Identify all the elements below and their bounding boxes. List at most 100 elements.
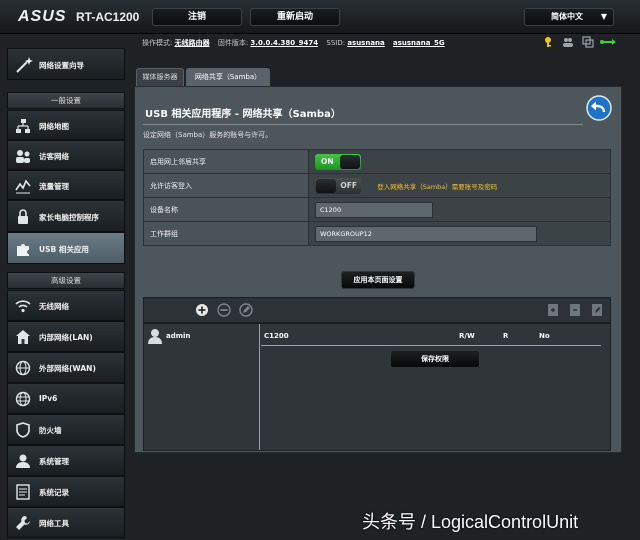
guest-network-icon: [16, 150, 30, 163]
sidebar-item-system-log[interactable]: 系统记录: [7, 476, 125, 507]
user-name: admin: [166, 332, 191, 340]
toggle-knob: [316, 178, 336, 193]
table-row: 设备名称 C1200: [143, 197, 611, 222]
add-user-icon[interactable]: [195, 303, 209, 317]
title-divider: [143, 124, 583, 125]
sidebar-item-traffic-manager[interactable]: 流量管理: [7, 170, 125, 200]
sidebar-item-label: 无线网络: [39, 302, 69, 311]
top-bar: ASUS RT-AC1200 注销 重新启动 简体中文 ▼: [0, 0, 640, 34]
traffic-manager-icon: [15, 179, 31, 194]
back-arrow-icon[interactable]: [586, 95, 612, 121]
logout-button[interactable]: 注销: [152, 8, 242, 26]
ssid-2g-link[interactable]: asusnana: [347, 39, 384, 47]
device-name-input[interactable]: C1200: [315, 201, 433, 218]
workgroup-input[interactable]: WORKGROUP12: [315, 225, 537, 242]
language-label: 简体中文: [551, 12, 583, 21]
page-title: USB 相关应用程序 - 网络共享（Samba）: [145, 109, 341, 120]
sidebar-item-lan[interactable]: 内部网络(LAN): [7, 321, 125, 352]
toggle-state: OFF: [340, 180, 357, 190]
firmware-version-link[interactable]: 3.0.0.4.380_9474: [250, 39, 318, 47]
sidebar-item-wan[interactable]: 外部网络(WAN): [7, 352, 125, 383]
add-folder-icon[interactable]: [546, 303, 560, 317]
magic-wand-icon: [16, 57, 33, 73]
wan-globe-icon: [15, 360, 31, 376]
enable-share-toggle[interactable]: ON: [315, 153, 361, 170]
asus-logo: ASUS: [18, 8, 67, 25]
list-item[interactable]: admin: [146, 326, 258, 346]
status-info-line: 操作模式: 无线路由器 固件版本: 3.0.0.4.380_9474 SSID:…: [142, 38, 451, 48]
table-row: 启用网上邻居共享 ON: [143, 149, 611, 174]
operation-mode-link[interactable]: 无线路由器: [175, 39, 210, 47]
main-panel: USB 相关应用程序 - 网络共享（Samba） 设定网络（Samba）服务的账…: [134, 86, 622, 453]
sidebar-header-general: 一般设置: [7, 92, 125, 109]
sidebar-item-wireless[interactable]: 无线网络: [7, 290, 125, 321]
usb-icon[interactable]: [600, 36, 616, 48]
apply-button[interactable]: 应用本页面设置: [341, 271, 415, 289]
edit-user-icon[interactable]: [239, 303, 253, 317]
share-toolbar: [143, 297, 611, 323]
sidebar-item-label: 家长电脑控制程序: [39, 213, 99, 222]
ipv6-globe-icon: [15, 391, 31, 407]
sidebar-item-label: 防火墙: [39, 426, 62, 435]
delete-folder-icon[interactable]: [568, 303, 582, 317]
sidebar-item-label: 访客网络: [39, 152, 69, 161]
sidebar-item-label: 网络工具: [39, 519, 69, 528]
lan-home-icon: [16, 330, 30, 344]
sidebar-item-label: USB 相关应用: [39, 245, 89, 254]
table-row: C1200 R/W R No: [261, 326, 601, 346]
device-name-label: 设备名称: [143, 197, 309, 222]
table-row: 允许访客登入 OFF 登入网络共享（Samba）需要账号及密码: [143, 173, 611, 198]
status-icons: [540, 36, 618, 50]
sidebar-item-parental-control[interactable]: 家长电脑控制程序: [7, 200, 125, 232]
sidebar-item-network-tools[interactable]: 网络工具: [7, 507, 125, 538]
usb-puzzle-icon: [17, 244, 29, 256]
system-log-icon: [16, 484, 30, 500]
ssid-5g-link[interactable]: asusnana_5G: [393, 39, 445, 47]
sidebar-item-label: 系统记录: [39, 488, 69, 497]
sidebar-item-label: IPv6: [39, 394, 58, 403]
sidebar-item-label: 系统管理: [39, 457, 69, 466]
samba-settings-table: 启用网上邻居共享 ON 允许访客登入 OFF 登入网络共享（Samba）需要账号…: [143, 149, 611, 246]
guest-login-toggle[interactable]: OFF: [315, 177, 361, 194]
edit-folder-icon[interactable]: [590, 303, 604, 317]
sidebar-item-quick-setup[interactable]: 网络设置向导: [7, 48, 125, 80]
permission-rw[interactable]: R/W: [459, 332, 475, 340]
user-list: admin: [144, 324, 260, 450]
enable-share-label: 启用网上邻居共享: [143, 149, 309, 174]
save-permissions-button[interactable]: 保存权限: [390, 350, 480, 368]
firewall-shield-icon: [16, 422, 30, 438]
sidebar-item-label: 网络地图: [39, 122, 69, 131]
sidebar-item-label: 外部网络(WAN): [39, 364, 96, 373]
language-select[interactable]: 简体中文 ▼: [524, 8, 614, 26]
key-icon[interactable]: [542, 36, 554, 48]
folder-name: C1200: [264, 332, 289, 340]
parental-control-icon: [18, 209, 28, 224]
firmware-label: 固件版本:: [217, 39, 249, 47]
tab-samba[interactable]: 网络共享（Samba）: [186, 68, 270, 86]
network-tools-icon: [16, 516, 30, 530]
page-description: 设定网络（Samba）服务的账号与许可。: [143, 131, 273, 139]
guest-login-hint: 登入网络共享（Samba）需要账号及密码: [377, 182, 498, 191]
operation-mode-label: 操作模式:: [142, 39, 173, 47]
remove-user-icon[interactable]: [217, 303, 231, 317]
sidebar-item-label: 流量管理: [39, 182, 69, 191]
sidebar-item-network-map[interactable]: 网络地图: [7, 110, 125, 140]
table-row: 工作群组 WORKGROUP12: [143, 221, 611, 246]
sidebar-item-guest-network[interactable]: 访客网络: [7, 140, 125, 170]
share-permissions-area: admin C1200 R/W R No 保存权限: [143, 323, 611, 451]
copy-icon[interactable]: [582, 36, 594, 48]
sidebar-item-firewall[interactable]: 防火墙: [7, 414, 125, 445]
chevron-down-icon: ▼: [600, 12, 607, 21]
reboot-button[interactable]: 重新启动: [250, 8, 340, 26]
wireless-icon: [15, 300, 31, 313]
sidebar-header-advanced: 高级设置: [7, 272, 125, 289]
watermark: 头条号 / LogicalControlUnit: [362, 512, 579, 532]
sidebar-item-administration[interactable]: 系统管理: [7, 445, 125, 476]
permission-no[interactable]: No: [539, 332, 550, 340]
permission-r[interactable]: R: [503, 332, 508, 340]
sidebar-item-ipv6[interactable]: IPv6: [7, 383, 125, 414]
sidebar-item-usb-application[interactable]: USB 相关应用: [7, 232, 125, 264]
clients-icon[interactable]: [562, 36, 574, 48]
tab-media-server[interactable]: 媒体服务器: [136, 68, 184, 86]
network-map-icon: [16, 119, 30, 133]
